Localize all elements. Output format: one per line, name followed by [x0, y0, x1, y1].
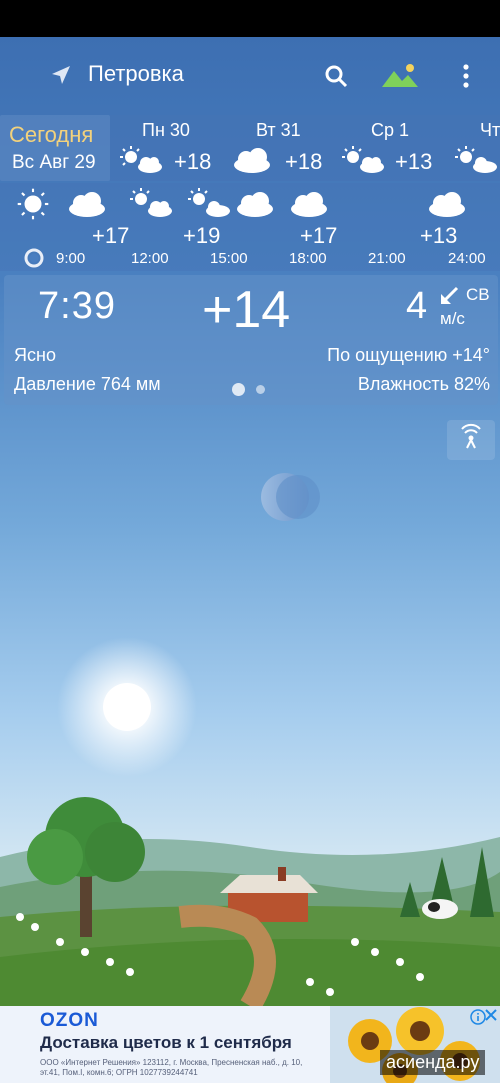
humidity: Влажность 82%	[357, 374, 490, 394]
ad-brand: OZON	[40, 1010, 99, 1031]
cloud-icon	[429, 192, 465, 217]
day-temp: +18	[285, 149, 323, 174]
hourly-temp: +17	[300, 223, 338, 248]
current-time-indicator-icon	[24, 248, 44, 268]
sun-cloud-icon	[188, 188, 230, 217]
radar-icon	[461, 423, 481, 449]
hourly-temp: +17	[92, 223, 130, 248]
current-temperature: +14	[202, 281, 291, 339]
today-date: Вс Авг 29	[12, 152, 96, 173]
location-arrow-icon[interactable]	[48, 64, 72, 88]
cloud-icon	[237, 192, 273, 217]
hourly-temp: +19	[183, 223, 221, 248]
ad-title: Доставка цветов к 1 сентября	[40, 1033, 292, 1052]
search-icon[interactable]	[323, 63, 349, 89]
sun-cloud-icon	[120, 146, 162, 173]
cloud-icon	[291, 192, 327, 217]
weather-scene: Петровка Сегодня Вс Авг 29 Пн 30 +18 Вт …	[0, 37, 500, 1006]
day-name[interactable]: Пн 30	[142, 120, 190, 141]
more-options-icon[interactable]	[456, 62, 476, 90]
today-label: Сегодня	[9, 122, 94, 147]
sun-icon	[17, 188, 49, 220]
hourly-time: 21:00	[368, 250, 406, 267]
wind-unit: м/с	[440, 309, 465, 328]
feels-like: По ощущению +14°	[327, 345, 490, 365]
hourly-time: 9:00	[56, 250, 86, 267]
sun-cloud-icon	[455, 146, 497, 173]
pressure: Давление 764 мм	[14, 374, 161, 394]
sun-cloud-icon	[130, 188, 172, 217]
day-name[interactable]: Ср 1	[371, 120, 409, 141]
status-bar	[0, 0, 500, 37]
cloud-icon	[69, 192, 105, 217]
day-name[interactable]: Вт 31	[256, 120, 301, 141]
hourly-temp: +13	[420, 223, 458, 248]
hourly-time: 18:00	[289, 250, 327, 267]
condition-text: Ясно	[14, 345, 56, 365]
ad-close-icon[interactable]	[484, 1008, 498, 1022]
day-temp: +18	[174, 149, 212, 174]
hourly-time: 24:00	[448, 250, 486, 267]
current-time: 7:39	[38, 285, 116, 327]
wind-speed: 4	[406, 285, 428, 327]
hourly-time: 12:00	[131, 250, 169, 267]
cloud-icon	[234, 148, 270, 173]
sun-cloud-icon	[342, 146, 384, 173]
wind-direction-icon	[441, 286, 459, 304]
landscape-icon[interactable]	[380, 61, 420, 89]
radar-button[interactable]	[447, 420, 495, 460]
ad-fine-print: ООО «Интернет Решения» 123112, г. Москва…	[40, 1058, 303, 1077]
city-name[interactable]: Петровка	[88, 61, 184, 87]
wind-direction: СВ	[466, 285, 490, 304]
day-temp: +13	[395, 149, 433, 174]
watermark: асиенда.ру	[380, 1050, 486, 1075]
hourly-time: 15:00	[210, 250, 248, 267]
day-name[interactable]: Чт	[480, 120, 500, 141]
